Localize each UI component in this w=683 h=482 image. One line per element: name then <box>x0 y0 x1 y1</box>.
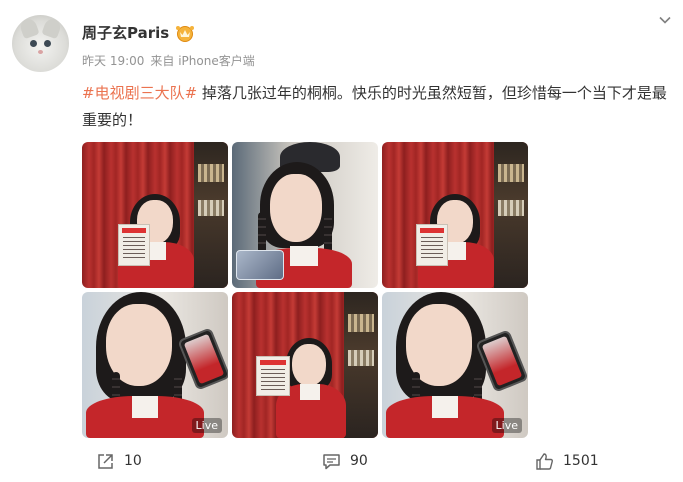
cat-eye <box>30 40 37 47</box>
comment-button[interactable]: 90 <box>322 448 368 474</box>
image-grid: Live Live <box>82 142 528 438</box>
cat-ear <box>18 16 40 40</box>
thumbs-up-icon <box>536 452 553 470</box>
cat-ear <box>41 16 63 40</box>
photo-4[interactable]: Live <box>82 292 228 438</box>
photo-2[interactable] <box>232 142 378 288</box>
avatar[interactable] <box>12 15 69 72</box>
photo-3[interactable] <box>382 142 528 288</box>
post-source: 来自 iPhone客户端 <box>150 54 255 68</box>
post-meta: 昨天 19:00 来自 iPhone客户端 <box>82 52 261 69</box>
hashtag-link[interactable]: #电视剧三大队# <box>82 84 197 102</box>
photo-5[interactable] <box>232 292 378 438</box>
live-badge: Live <box>191 418 222 433</box>
action-bar: 10 90 1501 <box>0 448 683 474</box>
photo-1[interactable] <box>82 142 228 288</box>
repost-count: 10 <box>124 453 142 469</box>
like-count: 1501 <box>563 453 599 469</box>
repost-button[interactable]: 10 <box>96 448 142 474</box>
post-text: #电视剧三大队# 掉落几张过年的桐桐。快乐的时光虽然短暂，但珍惜每一个当下才是最… <box>82 80 672 134</box>
post-time[interactable]: 昨天 19:00 <box>82 54 144 68</box>
comment-icon <box>323 453 340 469</box>
cat-eye <box>44 40 51 47</box>
username[interactable]: 周子玄Paris <box>82 22 169 43</box>
comment-count: 90 <box>350 453 368 469</box>
cat-nose <box>38 50 43 54</box>
like-button[interactable]: 1501 <box>535 448 599 474</box>
live-badge: Live <box>491 418 522 433</box>
photo-6[interactable]: Live <box>382 292 528 438</box>
vip-crown-icon[interactable] <box>175 24 195 42</box>
repost-icon <box>98 453 113 469</box>
chevron-down-icon[interactable] <box>657 12 673 28</box>
